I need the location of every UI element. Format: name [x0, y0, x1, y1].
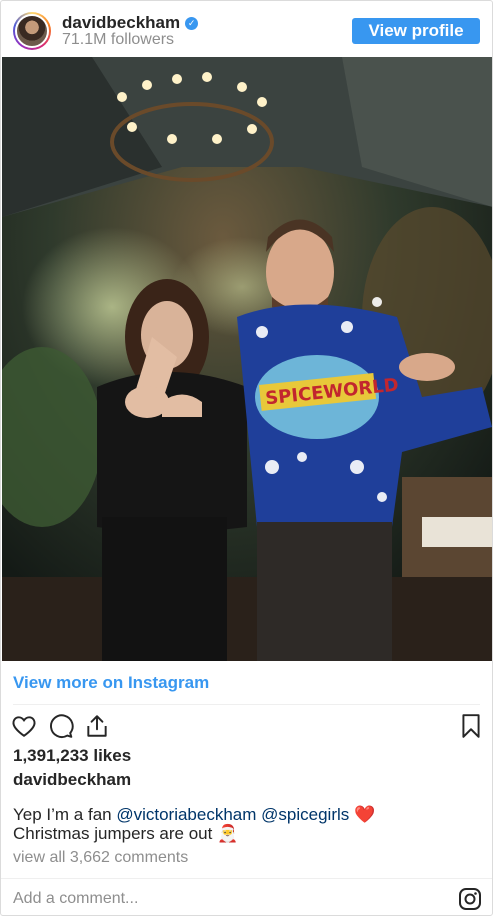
comment-box: Add a comment... [1, 878, 492, 915]
username-link[interactable]: davidbeckham [62, 13, 180, 33]
action-bar [11, 713, 484, 741]
post-header: davidbeckham ✓ 71.1M followers View prof… [1, 1, 492, 57]
verified-badge-icon: ✓ [185, 16, 199, 30]
follower-count: 71.1M followers [62, 31, 175, 48]
mention-spicegirls[interactable]: @spicegirls [261, 805, 349, 824]
comment-input[interactable]: Add a comment... [13, 890, 138, 908]
comment-icon[interactable] [48, 713, 74, 739]
post-author[interactable]: davidbeckham [13, 770, 131, 790]
username-row: davidbeckham ✓ [62, 13, 199, 33]
heart-icon[interactable] [11, 713, 37, 739]
santa-icon: 🎅 [217, 824, 239, 843]
caption-text: Yep I’m a fan [13, 805, 117, 824]
caption-line-2: Christmas jumpers are out [13, 824, 213, 843]
divider [13, 704, 480, 705]
post-photo[interactable]: SPICEWORLD [2, 57, 492, 661]
share-icon[interactable] [84, 713, 110, 739]
view-profile-button[interactable]: View profile [352, 18, 480, 44]
view-comments-link[interactable]: view all 3,662 comments [13, 849, 188, 867]
instagram-embed-card: davidbeckham ✓ 71.1M followers View prof… [0, 0, 493, 916]
view-more-link[interactable]: View more on Instagram [13, 673, 209, 693]
instagram-logo-icon[interactable] [458, 887, 482, 911]
avatar-image [15, 14, 49, 48]
red-heart-icon: ❤️ [354, 805, 376, 824]
bookmark-icon[interactable] [458, 713, 484, 739]
mention-victoriabeckham[interactable]: @victoriabeckham [116, 805, 256, 824]
post-caption: Yep I’m a fan @victoriabeckham @spicegir… [13, 805, 483, 843]
avatar[interactable] [13, 12, 51, 50]
like-count[interactable]: 1,391,233 likes [13, 746, 131, 766]
photo-illustration: SPICEWORLD [2, 57, 492, 661]
